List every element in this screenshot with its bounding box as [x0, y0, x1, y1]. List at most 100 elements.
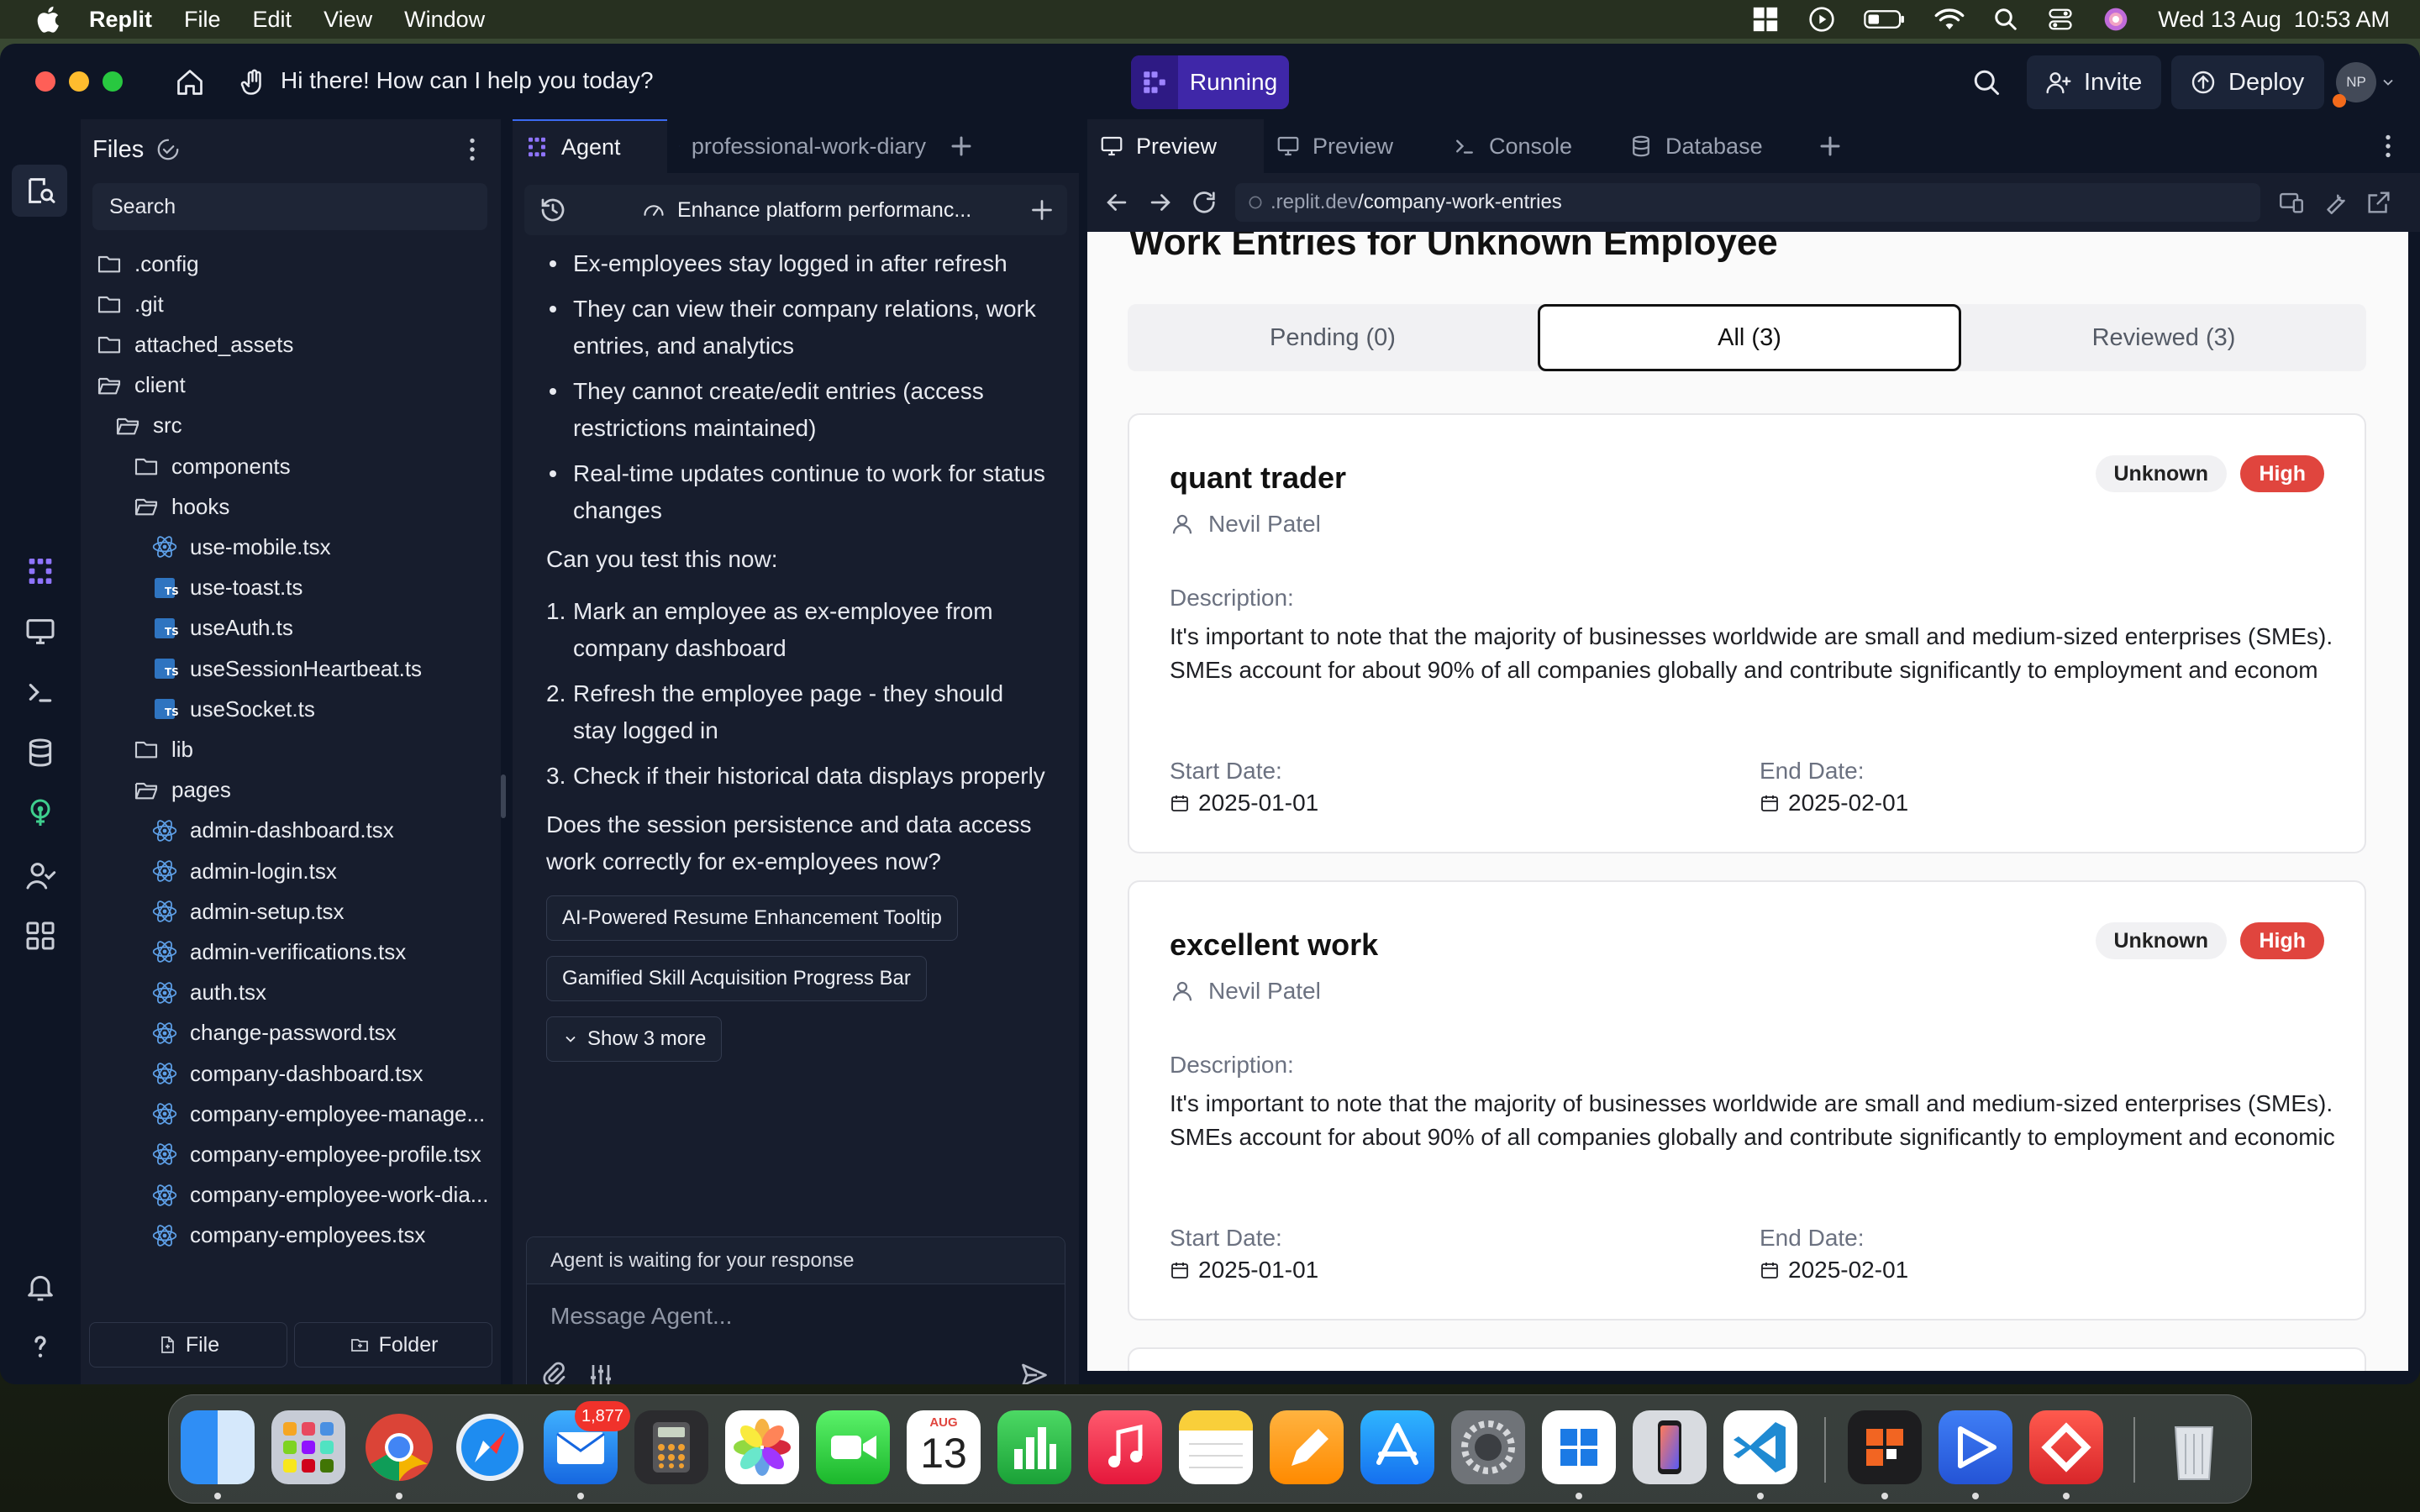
app-store-icon[interactable] [1360, 1410, 1434, 1484]
back-arrow-icon[interactable] [1102, 188, 1131, 217]
menu-view[interactable]: View [324, 7, 372, 33]
apple-logo-icon[interactable] [34, 4, 60, 34]
windows-app-icon[interactable] [1542, 1410, 1616, 1484]
menubar-clock[interactable]: Wed 13 Aug 10:53 AM [2158, 7, 2390, 33]
show-more-button[interactable]: Show 3 more [546, 1016, 723, 1062]
tree-file[interactable]: admin-dashboard.tsx [151, 811, 394, 851]
launchpad-app-icon[interactable] [271, 1410, 345, 1484]
tree-file[interactable]: company-employee-manage... [151, 1094, 485, 1134]
screen-sharing-app-icon[interactable] [1939, 1410, 2012, 1484]
window-minimize-button[interactable] [69, 71, 89, 92]
wifi-icon[interactable] [1934, 7, 1965, 32]
devices-icon[interactable] [2277, 188, 2306, 217]
tree-folder[interactable]: pages [133, 770, 231, 811]
add-tab-icon[interactable] [944, 129, 978, 163]
database-icon[interactable] [24, 736, 57, 769]
suggestion-chip[interactable]: Gamified Skill Acquisition Progress Bar [546, 956, 927, 1001]
help-icon[interactable] [24, 1329, 57, 1362]
files-tool-active[interactable] [12, 165, 67, 217]
menu-app-name[interactable]: Replit [89, 7, 152, 33]
tree-file[interactable]: TS useAuth.ts [151, 608, 293, 648]
history-icon[interactable] [538, 195, 568, 225]
tab-all[interactable]: All (3) [1538, 304, 1961, 371]
window-maximize-button[interactable] [103, 71, 123, 92]
tree-file[interactable]: admin-setup.tsx [151, 891, 345, 932]
menu-edit[interactable]: Edit [253, 7, 292, 33]
tree-file[interactable]: change-password.tsx [151, 1013, 397, 1053]
battery-icon[interactable] [1864, 8, 1906, 31]
siri-icon[interactable] [2102, 6, 2129, 33]
tree-file[interactable]: company-employee-work-dia... [151, 1175, 488, 1215]
new-chat-icon[interactable] [1027, 195, 1057, 225]
tree-folder[interactable]: client [96, 365, 186, 406]
music-app-icon[interactable] [1088, 1410, 1162, 1484]
anydesk-app-icon[interactable] [2029, 1410, 2103, 1484]
chrome-app-icon[interactable] [362, 1410, 436, 1484]
play-circle-icon[interactable] [1808, 6, 1835, 33]
tree-file[interactable]: TS useSessionHeartbeat.ts [151, 648, 422, 689]
running-button[interactable]: Running [1131, 55, 1289, 109]
tree-file[interactable]: TS useSocket.ts [151, 689, 315, 729]
file-search-input[interactable]: Search [92, 183, 487, 230]
tab-console[interactable]: Console [1440, 119, 1617, 173]
calendar-app-icon[interactable]: AUG 13 [907, 1410, 981, 1484]
tree-file[interactable]: auth.tsx [151, 973, 266, 1013]
add-tab-icon[interactable] [1813, 129, 1847, 163]
trash-app-icon[interactable] [2157, 1410, 2231, 1484]
tab-preview[interactable]: Preview [1264, 119, 1440, 173]
tab-reviewed[interactable]: Reviewed (3) [1961, 304, 2366, 371]
tree-file[interactable]: company-employees.tsx [151, 1215, 425, 1248]
tree-file[interactable]: company-employee-profile.tsx [151, 1134, 481, 1174]
user-check-icon[interactable] [24, 858, 57, 892]
monitor-icon[interactable] [24, 615, 57, 648]
system-settings-icon[interactable] [1451, 1410, 1525, 1484]
tree-file[interactable]: TS use-toast.ts [151, 568, 302, 608]
tree-folder[interactable]: components [133, 446, 291, 486]
forward-arrow-icon[interactable] [1146, 188, 1175, 217]
more-vertical-icon[interactable] [457, 134, 487, 165]
agent-logo-icon[interactable] [24, 554, 57, 588]
files-check-icon[interactable] [155, 137, 181, 162]
tab-agent[interactable]: Agent [513, 119, 667, 173]
agent-topic[interactable]: Enhance platform performanc... [642, 185, 971, 235]
safari-app-icon[interactable] [453, 1410, 527, 1484]
chevron-down-icon[interactable] [2380, 74, 2396, 91]
notification-bell-icon[interactable] [24, 1270, 57, 1304]
tree-folder[interactable]: attached_assets [96, 324, 293, 365]
more-vertical-icon[interactable] [2373, 131, 2403, 161]
tab-database[interactable]: Database [1617, 119, 1800, 173]
tree-folder[interactable]: .config [96, 244, 199, 284]
paperclip-icon[interactable] [539, 1360, 569, 1384]
work-entry-card[interactable]: quant trader Nevil Patel Unknown High De… [1128, 413, 2366, 853]
search-icon[interactable] [1971, 67, 2002, 97]
control-center-icon[interactable] [2047, 7, 2074, 32]
suggestion-chip[interactable]: AI-Powered Resume Enhancement Tooltip [546, 895, 958, 941]
new-file-button[interactable]: File [89, 1322, 287, 1368]
tree-folder[interactable]: src [114, 406, 182, 446]
open-external-icon[interactable] [2365, 188, 2393, 217]
reload-icon[interactable] [1190, 188, 1218, 217]
calculator-app-icon[interactable] [634, 1410, 708, 1484]
window-close-button[interactable] [35, 71, 55, 92]
menu-window[interactable]: Window [404, 7, 485, 33]
agent-greeting[interactable]: Hi there! How can I help you today? [281, 67, 654, 94]
photos-app-icon[interactable] [725, 1410, 799, 1484]
work-entry-card[interactable]: excellent work Nevil Patel Unknown High … [1128, 880, 2366, 1320]
tailscale-app-icon[interactable] [1848, 1410, 1922, 1484]
pages-app-icon[interactable] [1270, 1410, 1344, 1484]
menu-file[interactable]: File [184, 7, 221, 33]
tree-file[interactable]: admin-login.tsx [151, 851, 337, 891]
tree-folder[interactable]: lib [133, 729, 193, 769]
vscode-app-icon[interactable] [1723, 1410, 1797, 1484]
facetime-app-icon[interactable] [816, 1410, 890, 1484]
tree-file[interactable]: admin-verifications.tsx [151, 932, 406, 972]
iphone-mirroring-icon[interactable] [1633, 1410, 1707, 1484]
tab-preview-active[interactable]: Preview [1087, 119, 1264, 173]
tab-professional-work-diary[interactable]: professional-work-diary [667, 119, 938, 173]
work-entry-card-partial[interactable] [1128, 1347, 2366, 1371]
numbers-app-icon[interactable] [997, 1410, 1071, 1484]
message-agent-input[interactable]: Message Agent... [550, 1303, 732, 1330]
new-folder-button[interactable]: Folder [294, 1322, 492, 1368]
invite-button[interactable]: Invite [2027, 55, 2161, 109]
send-icon[interactable] [1019, 1360, 1050, 1384]
